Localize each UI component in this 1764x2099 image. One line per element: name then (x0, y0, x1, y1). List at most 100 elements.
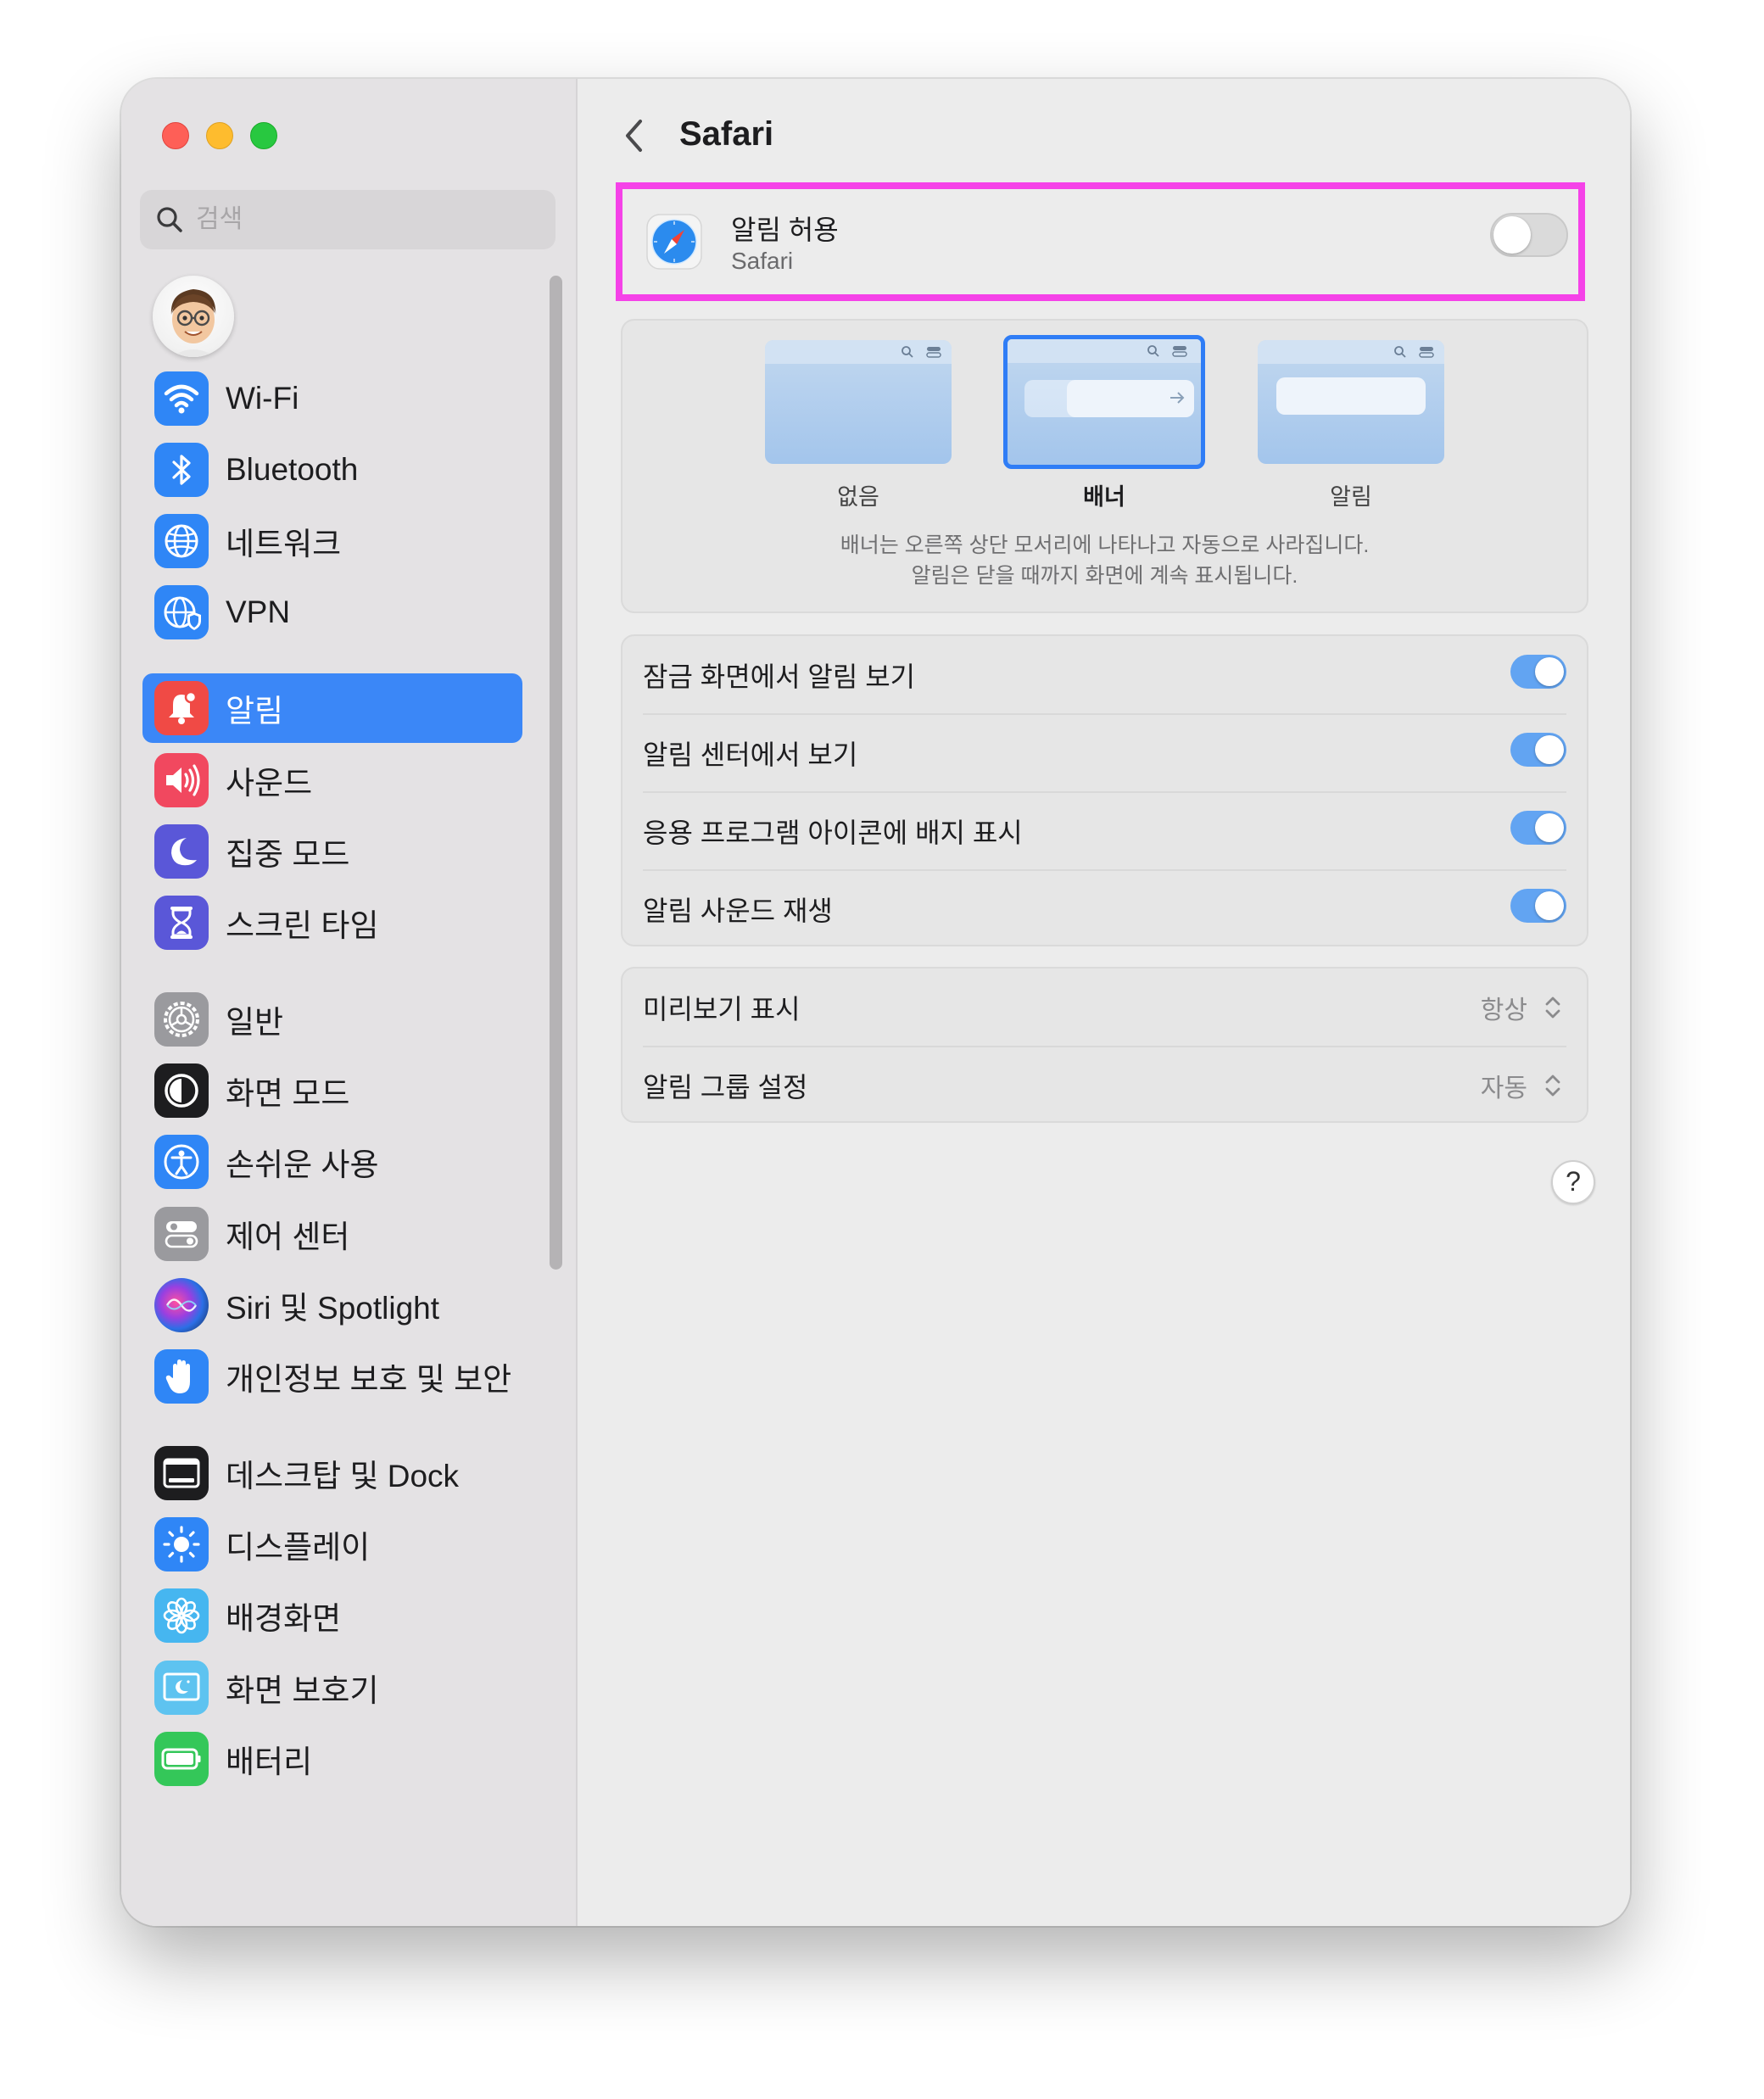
sidebar-item-label: 알림 (226, 694, 284, 729)
moon-icon (154, 824, 209, 879)
style-label-banner: 배너 (1083, 484, 1125, 510)
style-description-line2: 알림은 닫을 때까지 화면에 계속 표시됩니다. (911, 564, 1298, 588)
sidebar-item-desktop-dock[interactable]: 데스크탑 및 Dock (142, 1438, 522, 1508)
sidebar-item-label: 네트워크 (226, 527, 342, 561)
zoom-button[interactable] (250, 122, 277, 149)
sidebar-item-vpn[interactable]: VPN (142, 578, 522, 647)
sidebar-item-label: 화면 모드 (226, 1076, 350, 1111)
search-input[interactable] (194, 204, 537, 235)
sidebar-item-wifi[interactable]: Wi-Fi (142, 364, 522, 433)
search-icon (157, 207, 182, 232)
sidebar-item-network[interactable]: 네트워크 (142, 506, 522, 576)
sidebar-item-label: 스크린 타임 (226, 908, 379, 943)
grouping-value[interactable]: 자동 (1481, 1067, 1527, 1104)
back-chevron-icon[interactable] (620, 116, 649, 155)
badge-toggle[interactable] (1510, 811, 1566, 845)
speaker-icon (154, 753, 209, 807)
sidebar-item-label: 배터리 (226, 1745, 313, 1779)
style-option-alert[interactable] (1258, 340, 1444, 464)
help-button[interactable]: ? (1551, 1160, 1595, 1204)
chevron-updown-icon[interactable] (1543, 1070, 1563, 1101)
sidebar-item-notifications[interactable]: 알림 (142, 673, 522, 743)
control-center-icon (926, 347, 941, 358)
sidebar-item-bluetooth[interactable]: Bluetooth (142, 435, 522, 505)
sidebar-item-label: 제어 센터 (226, 1220, 350, 1254)
page-title: Safari (679, 115, 774, 153)
sidebar-item-general[interactable]: 일반 (142, 985, 522, 1054)
sidebar-item-label: 디스플레이 (226, 1530, 371, 1565)
setting-row: 알림 사운드 재생 (622, 870, 1587, 948)
style-label-none: 없음 (837, 484, 879, 510)
selects-panel: 미리보기 표시 항상 알림 그룹 설정 자동 (621, 967, 1588, 1123)
appearance-icon (154, 1063, 209, 1118)
sidebar-item-sound[interactable]: 사운드 (142, 745, 522, 815)
gear-icon (154, 992, 209, 1047)
search-field[interactable] (140, 190, 555, 249)
sidebar-item-display[interactable]: 디스플레이 (142, 1510, 522, 1579)
style-option-none[interactable] (765, 340, 952, 464)
style-option-banner[interactable] (1003, 335, 1205, 469)
avatar[interactable] (153, 276, 234, 357)
sidebar-item-label: 손쉬운 사용 (226, 1147, 379, 1182)
search-icon (1147, 345, 1159, 357)
sidebar-item-label: Bluetooth (226, 452, 359, 487)
style-description-line1: 배너는 오른쪽 상단 모서리에 나타나고 자동으로 사라집니다. (840, 533, 1370, 557)
hand-icon (154, 1349, 209, 1404)
content-pane: Safari 알림 허용 Safari 없음 배너 알림 배너는 오른쪽 상단 … (578, 79, 1630, 1926)
show-previews-value[interactable]: 항상 (1481, 989, 1527, 1026)
sound-toggle[interactable] (1510, 889, 1566, 923)
search-icon (1394, 346, 1406, 358)
sidebar-item-privacy-security[interactable]: 개인정보 보호 및 보안 (142, 1342, 522, 1411)
sidebar-item-label: Siri 및 Spotlight (226, 1291, 440, 1326)
sidebar-item-screen-time[interactable]: 스크린 타임 (142, 888, 522, 957)
sidebar-item-siri-spotlight[interactable]: Siri 및 Spotlight (142, 1270, 522, 1340)
chevron-updown-icon[interactable] (1543, 992, 1563, 1023)
sidebar-item-label: 개인정보 보호 및 보안 (226, 1362, 512, 1397)
battery-icon (154, 1732, 209, 1786)
style-label-alert: 알림 (1330, 484, 1372, 510)
control-center-icon (1172, 346, 1187, 357)
notification-center-toggle[interactable] (1510, 733, 1566, 767)
setting-label: 알림 그룹 설정 (643, 1072, 808, 1103)
sidebar-item-wallpaper[interactable]: 배경화면 (142, 1581, 522, 1650)
sidebar-item-control-center[interactable]: 제어 센터 (142, 1199, 522, 1269)
sidebar-item-screen-saver[interactable]: 화면 보호기 (142, 1653, 522, 1722)
sidebar: Wi-Fi Bluetooth 네트워크 (121, 79, 578, 1926)
search-icon (902, 346, 913, 358)
safari-app-icon (646, 214, 702, 270)
setting-row[interactable]: 미리보기 표시 항상 (622, 969, 1587, 1047)
sidebar-item-focus[interactable]: 집중 모드 (142, 817, 522, 886)
sidebar-scrollbar[interactable] (550, 276, 562, 1270)
toggles-panel: 잠금 화면에서 알림 보기 알림 센터에서 보기 응용 프로그램 아이콘에 배지… (621, 634, 1588, 946)
sidebar-item-label: VPN (226, 595, 291, 629)
alert-style-panel: 없음 배너 알림 배너는 오른쪽 상단 모서리에 나타나고 자동으로 사라집니다… (621, 319, 1588, 613)
hourglass-icon (154, 896, 209, 950)
sidebar-item-label: 데스크탑 및 Dock (226, 1459, 460, 1493)
setting-row[interactable]: 알림 그룹 설정 자동 (622, 1047, 1587, 1125)
bluetooth-icon (154, 443, 209, 497)
allow-notifications-toggle[interactable] (1490, 213, 1568, 257)
bell-icon (154, 681, 209, 735)
window-controls (162, 122, 277, 149)
allow-notifications-label: 알림 허용 (731, 215, 839, 245)
setting-label: 응용 프로그램 아이콘에 배지 표시 (643, 818, 1023, 848)
lock-screen-toggle[interactable] (1510, 655, 1566, 689)
sidebar-item-appearance[interactable]: 화면 모드 (142, 1056, 522, 1125)
close-button[interactable] (162, 122, 189, 149)
sidebar-item-label: 화면 보호기 (226, 1673, 379, 1708)
setting-label: 잠금 화면에서 알림 보기 (643, 662, 916, 692)
control-center-icon (154, 1207, 209, 1261)
setting-label: 알림 센터에서 보기 (643, 740, 858, 770)
sidebar-item-battery[interactable]: 배터리 (142, 1724, 522, 1794)
sidebar-item-label: 사운드 (226, 766, 313, 801)
setting-row: 잠금 화면에서 알림 보기 (622, 636, 1587, 714)
setting-row: 알림 센터에서 보기 (622, 714, 1587, 792)
allow-notifications-app: Safari (731, 248, 794, 274)
setting-label: 미리보기 표시 (643, 994, 801, 1024)
dock-icon (154, 1446, 209, 1500)
allow-notifications-row: 알림 허용 Safari (645, 206, 1570, 282)
minimize-button[interactable] (206, 122, 233, 149)
sidebar-item-accessibility[interactable]: 손쉬운 사용 (142, 1127, 522, 1197)
siri-icon (154, 1278, 209, 1332)
settings-window: Wi-Fi Bluetooth 네트워크 (121, 79, 1630, 1926)
